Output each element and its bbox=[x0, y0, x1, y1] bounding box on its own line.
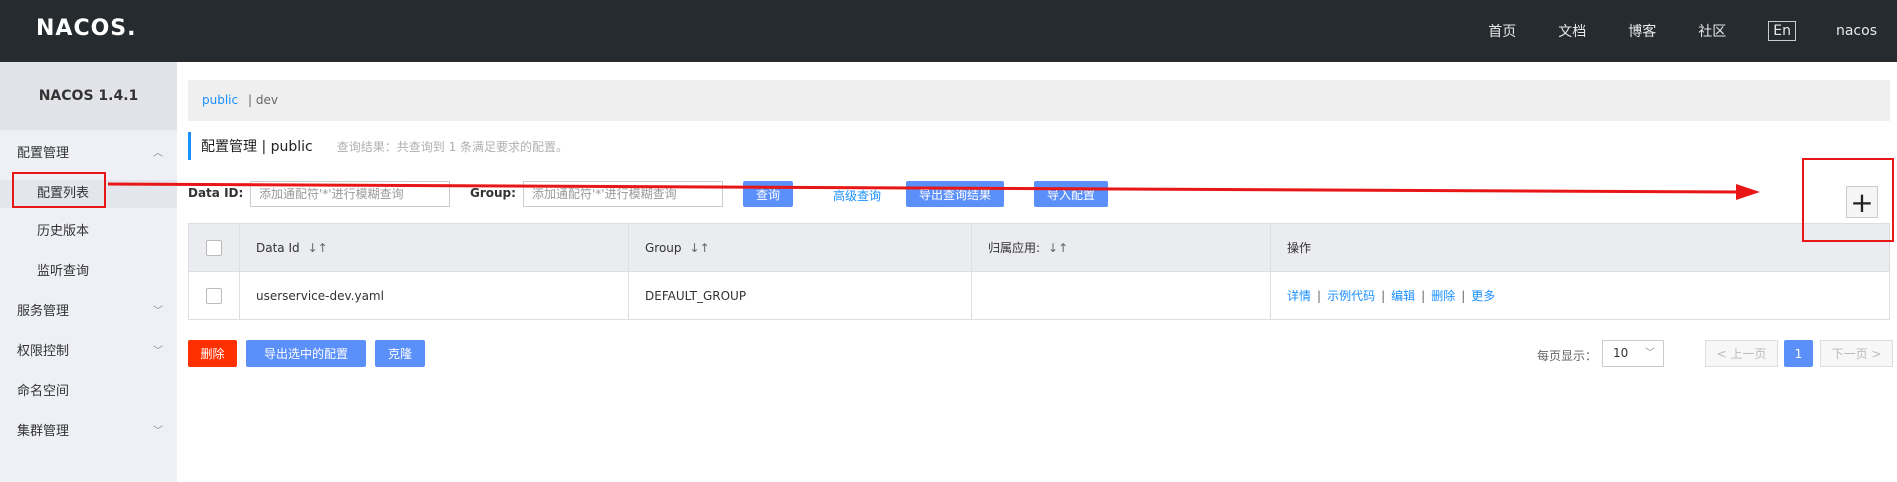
annotation-arrow bbox=[107, 182, 1760, 200]
